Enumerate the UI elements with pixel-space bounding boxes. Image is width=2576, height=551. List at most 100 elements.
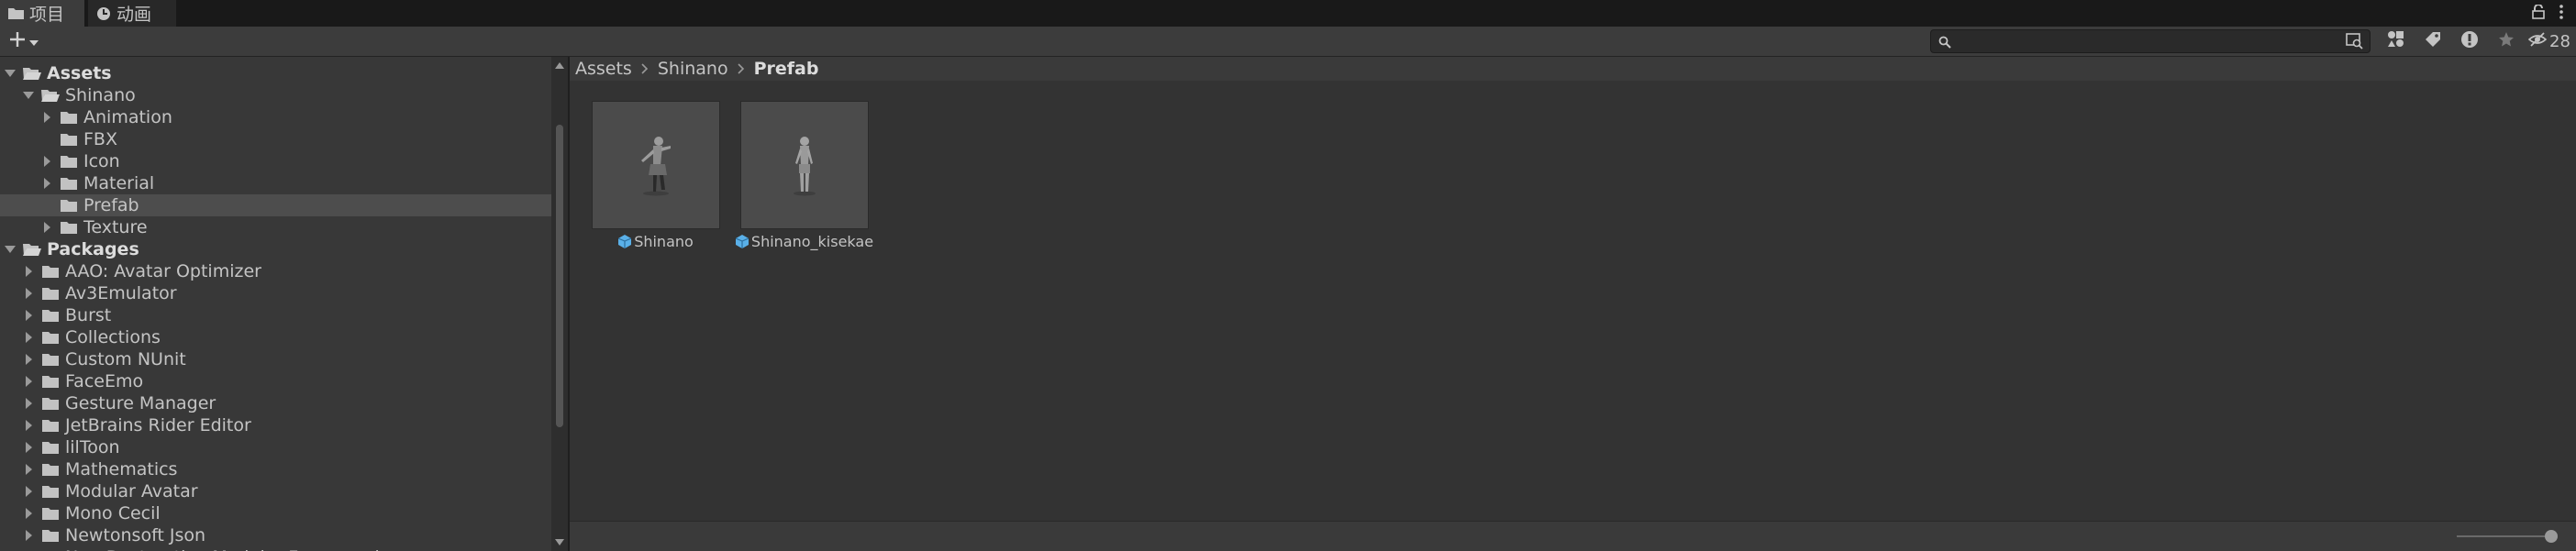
collapsed-arrow-icon[interactable] [22, 458, 35, 480]
folder-icon [8, 7, 24, 19]
tree-item[interactable]: Newtonsoft Json [0, 524, 551, 546]
hidden-packages-count: 28 [2549, 31, 2570, 51]
folder-icon [40, 546, 61, 551]
tree-item[interactable]: Mathematics [0, 458, 551, 480]
collapsed-arrow-icon[interactable] [22, 326, 35, 348]
tree-item-label: FaceEmo [65, 371, 144, 391]
collapsed-arrow-icon[interactable] [22, 524, 35, 546]
tree-item-label: Prefab [83, 195, 139, 215]
search-by-label-button[interactable] [2415, 27, 2451, 56]
character-model-icon [641, 137, 671, 196]
collapsed-arrow-icon[interactable] [22, 502, 35, 524]
tree-item[interactable]: Texture [0, 216, 551, 238]
folder-icon [40, 304, 61, 326]
chevron-right-icon [641, 63, 649, 74]
collapsed-arrow-icon[interactable] [22, 260, 35, 282]
tree-item-label: Material [83, 173, 155, 193]
folder-icon [40, 392, 61, 414]
project-window: 项目 动画 28 Assets Shinano Animation FBX Ic… [0, 0, 2576, 551]
tab-project[interactable]: 项目 [0, 0, 84, 27]
tree-item[interactable]: Animation [0, 106, 551, 128]
slider-track[interactable] [2457, 535, 2548, 537]
folder-icon [59, 216, 79, 238]
collapsed-arrow-icon[interactable] [22, 304, 35, 326]
tree-item-label: lilToon [65, 437, 120, 457]
tree-item[interactable]: Icon [0, 150, 551, 172]
tree-item-label: Collections [65, 327, 161, 347]
create-button[interactable] [6, 28, 51, 54]
collapsed-arrow-icon[interactable] [22, 370, 35, 392]
breadcrumb-shinano[interactable]: Shinano [656, 59, 730, 79]
lock-icon[interactable] [2532, 3, 2545, 23]
breadcrumb-assets[interactable]: Assets [573, 59, 634, 79]
collapsed-arrow-icon[interactable] [22, 436, 35, 458]
folder-icon [40, 436, 61, 458]
collapsed-arrow-icon[interactable] [40, 216, 53, 238]
breadcrumb-prefab[interactable]: Prefab [752, 59, 821, 79]
tree-item-label: Animation [83, 107, 172, 127]
expanded-arrow-icon[interactable] [22, 84, 35, 106]
collapsed-arrow-icon[interactable] [40, 150, 53, 172]
folder-icon [59, 106, 79, 128]
tree-item[interactable]: JetBrains Rider Editor [0, 414, 551, 436]
tree-item-label: Icon [83, 151, 120, 171]
folder-icon [59, 150, 79, 172]
tree-item[interactable]: Non-Destructive Modular Framework [0, 546, 551, 551]
expanded-arrow-icon[interactable] [4, 62, 17, 84]
collapsed-arrow-icon[interactable] [22, 348, 35, 370]
tree-item-label: Shinano [65, 85, 136, 105]
collapsed-arrow-icon[interactable] [22, 392, 35, 414]
search-by-type-icon [2387, 30, 2405, 52]
tree-item[interactable]: Assets [0, 62, 551, 84]
tree-item[interactable]: Burst [0, 304, 551, 326]
window-controls [2532, 0, 2576, 27]
chevron-right-icon [738, 63, 745, 74]
hidden-packages-toggle[interactable]: 28 [2525, 27, 2570, 56]
tree-item[interactable]: Collections [0, 326, 551, 348]
collapsed-arrow-icon[interactable] [22, 480, 35, 502]
tree-item[interactable]: Material [0, 172, 551, 194]
tree-item[interactable]: Packages [0, 238, 551, 260]
search-by-type-button[interactable] [2378, 27, 2415, 56]
slider-handle[interactable] [2545, 530, 2558, 543]
tree-item[interactable]: Modular Avatar [0, 480, 551, 502]
tree-item[interactable]: FBX [0, 128, 551, 150]
collapsed-arrow-icon[interactable] [40, 106, 53, 128]
prefab-icon [735, 234, 749, 248]
search-mode-icon[interactable] [2346, 33, 2364, 53]
asset-thumbnail[interactable] [592, 101, 720, 229]
collapsed-arrow-icon[interactable] [22, 282, 35, 304]
collapsed-arrow-icon[interactable] [22, 414, 35, 436]
search-field[interactable] [1930, 29, 2371, 53]
tree-item[interactable]: Mono Cecil [0, 502, 551, 524]
search-input[interactable] [1955, 30, 2322, 52]
tree-item-label: Non-Destructive Modular Framework [65, 547, 384, 551]
kebab-menu-icon[interactable] [2559, 4, 2563, 23]
tree-item[interactable]: lilToon [0, 436, 551, 458]
tab-animation[interactable]: 动画 [88, 0, 176, 27]
tree-scrollbar[interactable] [551, 57, 568, 551]
scroll-up-icon[interactable] [555, 62, 564, 69]
tree-item-label: JetBrains Rider Editor [65, 415, 251, 435]
scroll-thumb[interactable] [556, 125, 563, 427]
tree-item-label: Custom NUnit [65, 349, 186, 369]
tree-item[interactable]: Shinano [0, 84, 551, 106]
folder-icon [59, 194, 79, 216]
thumbnail-size-slider[interactable] [2457, 530, 2558, 543]
tree-item[interactable]: Av3Emulator [0, 282, 551, 304]
collapsed-arrow-icon[interactable] [40, 172, 53, 194]
expanded-arrow-icon[interactable] [4, 238, 17, 260]
tree-item[interactable]: FaceEmo [0, 370, 551, 392]
asset-thumbnail[interactable] [740, 101, 869, 229]
tree-item-label: Mathematics [65, 459, 178, 479]
folder-tree: Assets Shinano Animation FBX Icon Material Pre… [0, 57, 551, 551]
collapsed-arrow-icon[interactable] [22, 546, 35, 551]
folder-icon [40, 282, 61, 304]
favorites-button[interactable] [2488, 27, 2525, 56]
tree-item[interactable]: Prefab [0, 194, 551, 216]
tree-item[interactable]: AAO: Avatar Optimizer [0, 260, 551, 282]
scroll-down-icon[interactable] [555, 539, 564, 545]
show-errors-button[interactable] [2451, 27, 2488, 56]
tree-item[interactable]: Gesture Manager [0, 392, 551, 414]
tree-item[interactable]: Custom NUnit [0, 348, 551, 370]
